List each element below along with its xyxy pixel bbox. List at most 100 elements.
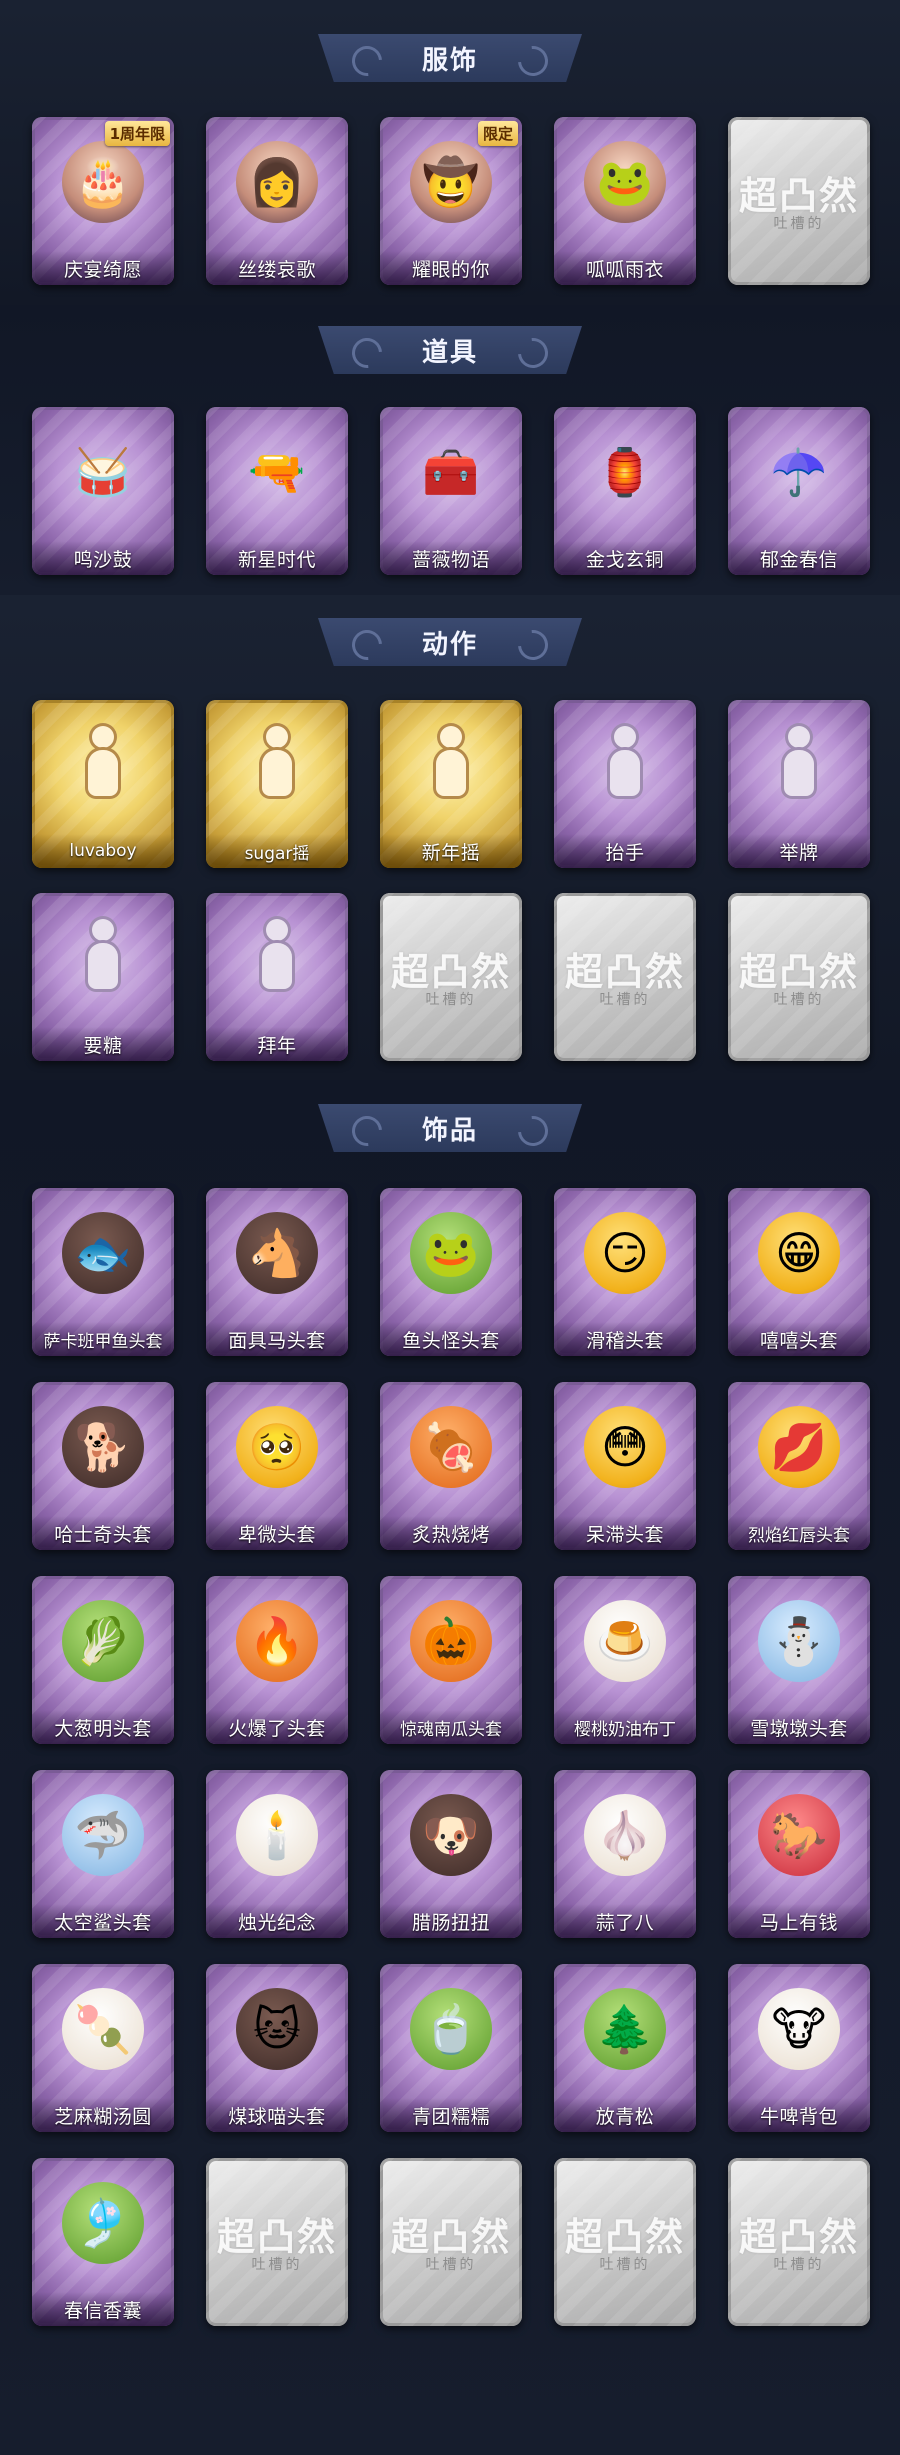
accessories-item-card[interactable]: 😏 滑稽头套: [554, 1188, 696, 1356]
locked-item-card[interactable]: 超凸然 吐槽的: [728, 2158, 870, 2326]
character-portrait-icon: 👩: [236, 141, 318, 223]
gesture-figure-icon: [78, 919, 128, 999]
locked-item-card[interactable]: 超凸然 吐槽的: [728, 893, 870, 1061]
locked-item-card[interactable]: 超凸然 吐槽的: [206, 2158, 348, 2326]
accessories-item-card[interactable]: 🐱 煤球喵头套: [206, 1964, 348, 2132]
accessories-item-card[interactable]: 🐸 鱼头怪头套: [380, 1188, 522, 1356]
item-label: 青团糯糯: [380, 2098, 522, 2132]
head-accessory-icon: 🐎: [758, 1794, 840, 1876]
actions-item-card[interactable]: 拜年: [206, 893, 348, 1061]
item-label: 丝缕哀歌: [206, 251, 348, 285]
locked-item-card[interactable]: 超凸然 吐槽的: [728, 117, 870, 285]
figure-body: [784, 750, 814, 796]
accessories-item-card[interactable]: 🥬 大葱明头套: [32, 1576, 174, 1744]
watermark-subtext: 吐槽的: [599, 992, 651, 1008]
character-portrait-icon: 🐸: [584, 141, 666, 223]
accessories-item-card[interactable]: 🎃 惊魂南瓜头套: [380, 1576, 522, 1744]
item-label: 大葱明头套: [32, 1710, 174, 1744]
gesture-figure-icon: [78, 726, 128, 806]
accessories-item-card[interactable]: 🐴 面具马头套: [206, 1188, 348, 1356]
head-accessory-icon: 🎐: [62, 2182, 144, 2264]
item-label: 呆滞头套: [554, 1516, 696, 1550]
item-label: 鸣沙鼓: [32, 541, 174, 575]
accessories-item-card[interactable]: 🕯️ 烛光纪念: [206, 1770, 348, 1938]
accessories-item-card[interactable]: 😳 呆滞头套: [554, 1382, 696, 1550]
accessories-item-card[interactable]: 🐮 牛啤背包: [728, 1964, 870, 2132]
actions-item-card[interactable]: luvaboy: [32, 700, 174, 868]
item-label: 惊魂南瓜头套: [380, 1710, 522, 1744]
watermark-subtext: 吐槽的: [425, 992, 477, 1008]
item-label: 面具马头套: [206, 1322, 348, 1356]
accessories-item-card[interactable]: 💋 烈焰红唇头套: [728, 1382, 870, 1550]
locked-item-card[interactable]: 超凸然 吐槽的: [554, 893, 696, 1061]
accessories-item-card[interactable]: 🐟 萨卡班甲鱼头套: [32, 1188, 174, 1356]
head-accessory-icon: 🦈: [62, 1794, 144, 1876]
accessories-item-card[interactable]: 🥺 卑微头套: [206, 1382, 348, 1550]
swirl-ornament-icon: [511, 1109, 555, 1152]
prop-item-icon: 🧰: [422, 444, 480, 499]
accessories-item-card[interactable]: ⛄ 雪墩墩头套: [728, 1576, 870, 1744]
locked-item-card[interactable]: 超凸然 吐槽的: [380, 893, 522, 1061]
accessories-item-card[interactable]: 🍡 芝麻糊汤圆: [32, 1964, 174, 2132]
accessories-item-card[interactable]: 🍵 青团糯糯: [380, 1964, 522, 2132]
accessories-item-card[interactable]: 😁 嘻嘻头套: [728, 1188, 870, 1356]
item-label: 金戈玄铜: [554, 541, 696, 575]
watermark-subtext: 吐槽的: [251, 2257, 303, 2273]
head-accessory-icon: 🥬: [62, 1600, 144, 1682]
item-label: 蒜了八: [554, 1904, 696, 1938]
figure-body: [88, 943, 118, 989]
head-accessory-icon: 🐴: [236, 1212, 318, 1294]
props-item-card[interactable]: 🔫 新星时代: [206, 407, 348, 575]
props-item-card[interactable]: ☂️ 郁金春信: [728, 407, 870, 575]
item-label: 放青松: [554, 2098, 696, 2132]
gesture-figure-icon: [426, 726, 476, 806]
accessories-item-card[interactable]: 🐎 马上有钱: [728, 1770, 870, 1938]
clothing-item-card[interactable]: 🤠 限定 耀眼的你: [380, 117, 522, 285]
actions-item-card[interactable]: 举牌: [728, 700, 870, 868]
actions-item-card[interactable]: sugar摇: [206, 700, 348, 868]
item-label: 炙热烧烤: [380, 1516, 522, 1550]
props-item-card[interactable]: 🥁 鸣沙鼓: [32, 407, 174, 575]
item-label: 火爆了头套: [206, 1710, 348, 1744]
head-accessory-icon: 💋: [758, 1406, 840, 1488]
item-label: 马上有钱: [728, 1904, 870, 1938]
actions-item-card[interactable]: 要糖: [32, 893, 174, 1061]
section-title: 服饰: [421, 45, 478, 76]
item-label: 庆宴绮愿: [32, 251, 174, 285]
props-item-card[interactable]: 🧰 蔷薇物语: [380, 407, 522, 575]
item-label: 萨卡班甲鱼头套: [32, 1322, 174, 1356]
figure-body: [88, 750, 118, 796]
item-label: 新年摇: [380, 834, 522, 868]
accessories-item-card[interactable]: 🍮 樱桃奶油布丁: [554, 1576, 696, 1744]
head-accessory-icon: 🎃: [410, 1600, 492, 1682]
clothing-item-card[interactable]: 👩 丝缕哀歌: [206, 117, 348, 285]
head-accessory-icon: 😁: [758, 1212, 840, 1294]
locked-item-card[interactable]: 超凸然 吐槽的: [380, 2158, 522, 2326]
accessories-item-card[interactable]: 🌲 放青松: [554, 1964, 696, 2132]
accessories-item-card[interactable]: 🐶 腊肠扭扭: [380, 1770, 522, 1938]
accessories-item-card[interactable]: 🧄 蒜了八: [554, 1770, 696, 1938]
watermark-text: 超凸然: [738, 950, 859, 994]
head-accessory-icon: 🍮: [584, 1600, 666, 1682]
item-label: 烛光纪念: [206, 1904, 348, 1938]
props-item-card[interactable]: 🏮 金戈玄铜: [554, 407, 696, 575]
swirl-ornament-icon: [345, 623, 389, 666]
clothing-item-card[interactable]: 🎂 1周年限 庆宴绮愿: [32, 117, 174, 285]
head-accessory-icon: 😏: [584, 1212, 666, 1294]
accessories-item-card[interactable]: 🐕 哈士奇头套: [32, 1382, 174, 1550]
locked-item-card[interactable]: 超凸然 吐槽的: [554, 2158, 696, 2326]
actions-item-card[interactable]: 新年摇: [380, 700, 522, 868]
accessories-item-card[interactable]: 🔥 火爆了头套: [206, 1576, 348, 1744]
actions-item-card[interactable]: 抬手: [554, 700, 696, 868]
head-accessory-icon: 😳: [584, 1406, 666, 1488]
head-accessory-icon: 🐶: [410, 1794, 492, 1876]
swirl-ornament-icon: [345, 39, 389, 82]
item-label: luvaboy: [32, 834, 174, 868]
accessories-item-card[interactable]: 🎐 春信香囊: [32, 2158, 174, 2326]
item-label: 卑微头套: [206, 1516, 348, 1550]
watermark-subtext: 吐槽的: [773, 216, 825, 232]
clothing-item-card[interactable]: 🐸 呱呱雨衣: [554, 117, 696, 285]
gesture-figure-icon: [774, 726, 824, 806]
accessories-item-card[interactable]: 🦈 太空鲨头套: [32, 1770, 174, 1938]
accessories-item-card[interactable]: 🍖 炙热烧烤: [380, 1382, 522, 1550]
